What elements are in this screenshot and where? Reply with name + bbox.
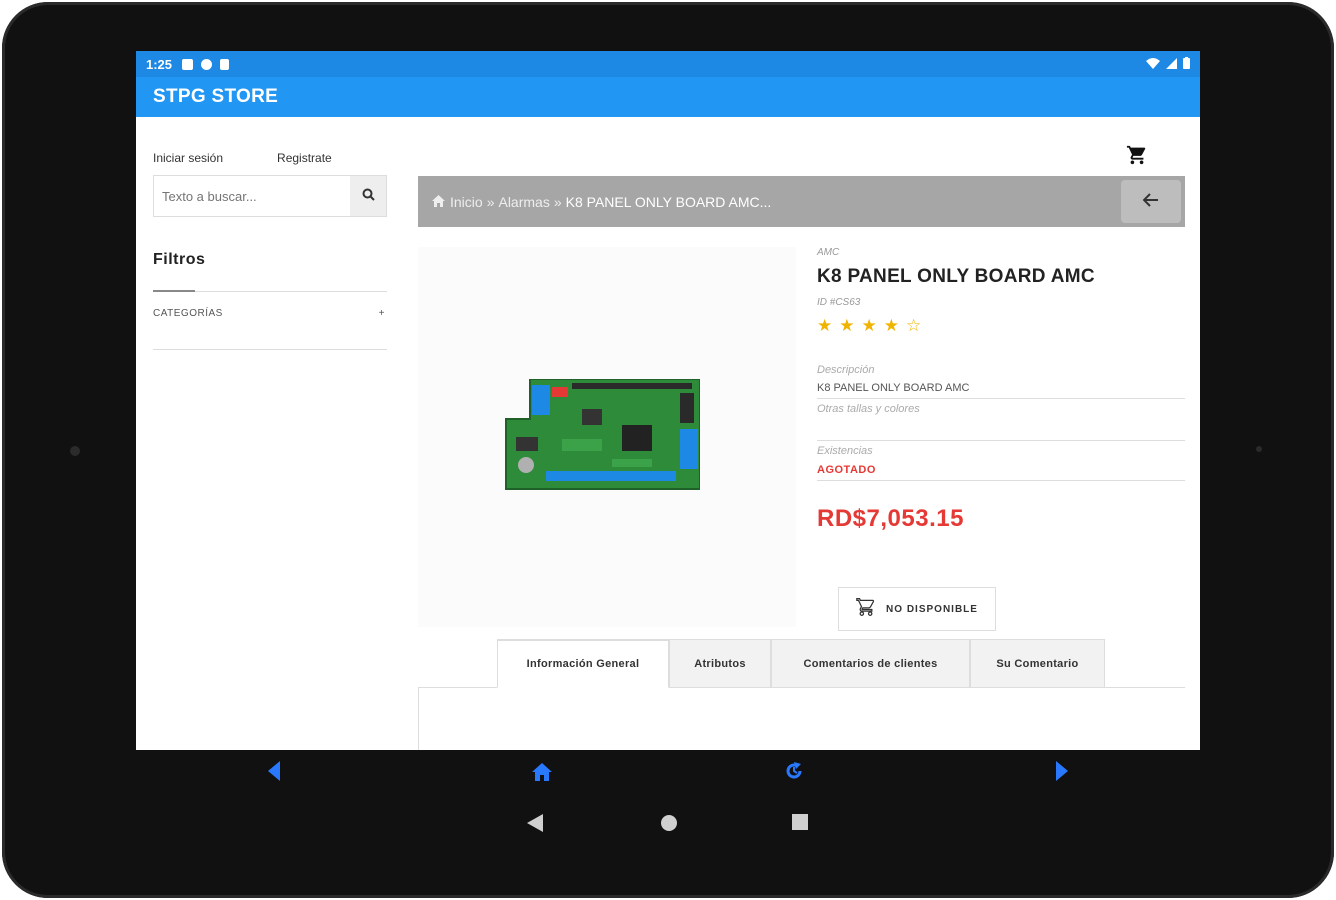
status-icons <box>1146 56 1190 72</box>
arrow-left-icon <box>1142 190 1159 213</box>
breadcrumb-home[interactable]: Inicio <box>450 194 483 210</box>
signal-icon <box>1166 57 1177 72</box>
page-content: Iniciar sesión Registrate Filtros CATEGO… <box>136 117 1200 750</box>
product-details: AMC K8 PANEL ONLY BOARD AMC ID #CS63 ★★★… <box>817 247 1185 631</box>
wifi-icon <box>1146 57 1160 72</box>
cart-button[interactable] <box>1126 144 1148 172</box>
breadcrumb: Inicio » Alarmas » K8 PANEL ONLY BOARD A… <box>418 176 1185 227</box>
rating-stars: ★★★★☆ <box>817 316 1185 336</box>
star-icon: ★ <box>839 316 862 335</box>
register-link[interactable]: Registrate <box>277 151 332 165</box>
star-icon: ★ <box>883 316 906 335</box>
product-price: RD$7,053.15 <box>817 505 964 532</box>
categories-label: CATEGORÍAS <box>153 308 223 319</box>
system-back-button[interactable] <box>527 814 543 837</box>
categories-toggle[interactable]: CATEGORÍAS + <box>153 308 387 319</box>
status-time: 1:25 <box>146 56 173 72</box>
product-image-area <box>418 247 796 627</box>
tab-your-review[interactable]: Su Comentario <box>970 639 1105 688</box>
reload-icon <box>786 762 802 779</box>
breadcrumb-category[interactable]: Alarmas <box>498 194 549 210</box>
categories-divider <box>153 349 387 350</box>
system-recents-button[interactable] <box>792 814 808 835</box>
reload-button[interactable] <box>784 761 804 787</box>
star-icon: ★ <box>817 316 840 335</box>
app-bar: STPG STORE <box>136 77 1200 117</box>
auth-links: Iniciar sesión Registrate <box>153 151 387 165</box>
description-label: Descripción <box>817 364 875 376</box>
star-icon: ★ <box>861 316 884 335</box>
back-button[interactable] <box>1121 180 1181 223</box>
breadcrumb-current: K8 PANEL ONLY BOARD AMC... <box>565 193 772 210</box>
product-tabs: Información General Atributos Comentario… <box>418 639 1185 750</box>
browser-nav-bar <box>136 750 1200 800</box>
tab-customer-reviews[interactable]: Comentarios de clientes <box>771 639 970 688</box>
app-title: STPG STORE <box>153 86 279 107</box>
unavailable-button[interactable]: NO DISPONIBLE <box>838 587 996 631</box>
star-outline-icon: ☆ <box>906 316 929 335</box>
stock-label: Existencias <box>817 445 873 457</box>
unavailable-label: NO DISPONIBLE <box>886 603 978 615</box>
home-icon <box>532 763 552 781</box>
breadcrumb-separator: » <box>553 193 562 210</box>
search-box <box>153 175 387 217</box>
forward-nav-button[interactable] <box>1054 761 1068 787</box>
expand-icon: + <box>378 308 385 319</box>
login-link[interactable]: Iniciar sesión <box>153 151 223 165</box>
product-brand: AMC <box>817 247 840 258</box>
filters-title: Filtros <box>153 251 206 268</box>
tab-attributes[interactable]: Atributos <box>669 639 771 688</box>
sidebar: Iniciar sesión Registrate Filtros CATEGO… <box>153 117 387 350</box>
home-nav-button[interactable] <box>532 761 552 787</box>
system-nav-bar <box>0 808 1336 844</box>
battery-icon <box>1183 56 1190 72</box>
back-nav-button[interactable] <box>268 761 282 787</box>
cart-icon <box>1126 145 1148 171</box>
other-sizes-link[interactable]: Otras tallas y colores <box>817 403 1185 441</box>
filters-divider <box>153 290 387 292</box>
app-notification-icon <box>201 58 213 70</box>
search-button[interactable] <box>350 176 386 216</box>
stock-status: AGOTADO <box>817 464 1185 481</box>
tab-content-border <box>418 688 419 750</box>
status-bar: 1:25 <box>136 51 1200 77</box>
product-image[interactable] <box>502 379 700 493</box>
cart-outline-icon <box>856 597 876 622</box>
search-icon <box>362 188 375 204</box>
sensor <box>1256 446 1262 452</box>
front-camera <box>70 446 80 456</box>
system-home-button[interactable] <box>660 814 678 837</box>
product-title: K8 PANEL ONLY BOARD AMC <box>817 266 1095 287</box>
app-screen: 1:25 STPG STORE Iniciar sesión Registrat… <box>136 51 1200 750</box>
notification-icon <box>182 58 194 70</box>
product-id: ID #CS63 <box>817 297 861 308</box>
home-icon[interactable] <box>432 194 445 210</box>
tab-general-info[interactable]: Información General <box>497 639 669 688</box>
breadcrumb-separator: » <box>486 193 495 210</box>
sd-card-icon <box>220 58 230 70</box>
search-input[interactable] <box>154 176 350 216</box>
description-text: K8 PANEL ONLY BOARD AMC <box>817 382 1185 399</box>
